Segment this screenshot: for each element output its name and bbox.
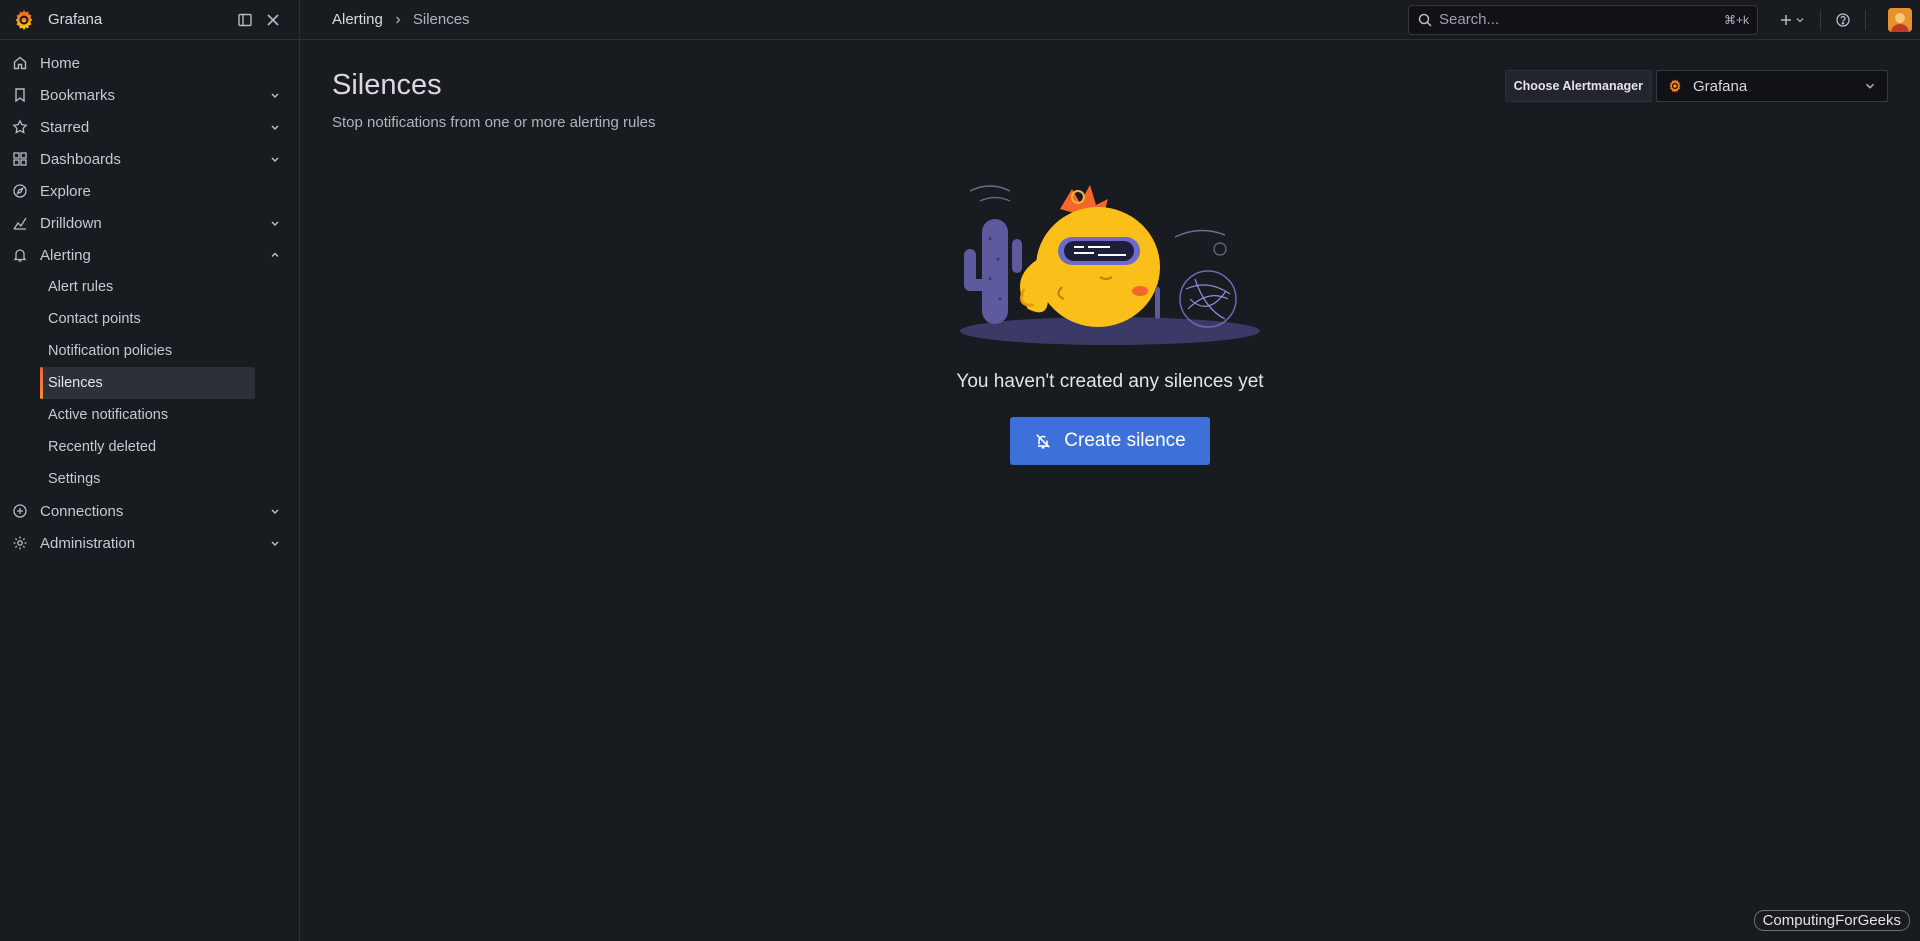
chevron-down-icon <box>1794 14 1806 26</box>
nav-item-alerting[interactable]: Alerting <box>0 239 299 271</box>
breadcrumb: Alerting Silences <box>332 11 1408 28</box>
chevron-down-icon <box>1863 79 1877 93</box>
sidebar-item-silences[interactable]: Silences <box>40 367 255 399</box>
cog-icon <box>12 535 28 551</box>
drilldown-icon <box>12 215 28 231</box>
sidebar: Grafana Home Bookmarks Starred Dashboard… <box>0 0 300 941</box>
empty-state: You haven't created any silences yet Cre… <box>300 179 1920 465</box>
create-silence-button[interactable]: Create silence <box>1010 417 1210 465</box>
sidebar-item-alert-rules[interactable]: Alert rules <box>40 271 255 303</box>
alertmanager-selected: Grafana <box>1693 77 1748 95</box>
search-icon <box>1417 12 1433 28</box>
nav-item-starred[interactable]: Starred <box>0 111 299 143</box>
nav-label: Alerting <box>40 246 91 264</box>
chevron-down-icon[interactable] <box>267 87 283 103</box>
sidebar-item-active-notifications[interactable]: Active notifications <box>40 399 255 431</box>
page-subtitle: Stop notifications from one or more aler… <box>332 114 656 131</box>
main-nav: Home Bookmarks Starred Dashboards Explor… <box>0 40 299 559</box>
page-title: Silences <box>332 69 442 101</box>
topbar: Alerting Silences Search... ⌘+k <box>300 0 1920 40</box>
grafana-logo-icon <box>1667 78 1683 94</box>
nav-item-explore[interactable]: Explore <box>0 175 299 207</box>
empty-state-message: You haven't created any silences yet <box>956 371 1264 392</box>
create-silence-label: Create silence <box>1064 430 1186 451</box>
sidebar-item-settings[interactable]: Settings <box>40 463 255 495</box>
bell-icon <box>12 247 28 263</box>
add-new-button[interactable] <box>1774 12 1810 28</box>
breadcrumb-alerting[interactable]: Alerting <box>332 11 383 28</box>
help-icon[interactable] <box>1831 8 1855 32</box>
nav-item-drilldown[interactable]: Drilldown <box>0 207 299 239</box>
nav-label: Explore <box>40 182 91 200</box>
nav-label: Dashboards <box>40 150 121 168</box>
chevron-right-icon <box>393 15 403 25</box>
chevron-down-icon[interactable] <box>267 535 283 551</box>
bell-slash-icon <box>1034 432 1052 450</box>
main-content: Silences Stop notifications from one or … <box>300 41 1920 941</box>
breadcrumb-current: Silences <box>412 11 470 28</box>
topbar-divider <box>1820 9 1821 30</box>
watermark: ComputingForGeeks <box>1753 910 1910 931</box>
nav-label: Starred <box>40 118 90 136</box>
nav-item-administration[interactable]: Administration <box>0 527 299 559</box>
sidebar-item-notification-policies[interactable]: Notification policies <box>40 335 255 367</box>
chevron-down-icon[interactable] <box>267 215 283 231</box>
user-avatar[interactable] <box>1888 7 1912 32</box>
nav-label: Drilldown <box>40 214 102 232</box>
nav-label: Administration <box>40 534 136 552</box>
chevron-down-icon[interactable] <box>267 503 283 519</box>
compass-icon <box>12 183 28 199</box>
topbar-divider <box>1865 9 1866 30</box>
nav-item-home[interactable]: Home <box>0 47 299 79</box>
search-shortcut: ⌘+k <box>1723 12 1749 27</box>
dock-menu-icon[interactable] <box>231 6 259 34</box>
alertmanager-select[interactable]: Grafana <box>1656 70 1888 102</box>
nav-item-dashboards[interactable]: Dashboards <box>0 143 299 175</box>
search-input[interactable]: Search... ⌘+k <box>1408 4 1758 35</box>
search-placeholder: Search... <box>1439 11 1500 28</box>
sidebar-item-contact-points[interactable]: Contact points <box>40 303 255 335</box>
home-icon <box>12 55 28 71</box>
nav-label: Connections <box>40 502 124 520</box>
connections-icon <box>12 503 28 519</box>
chevron-down-icon[interactable] <box>267 151 283 167</box>
nav-label: Bookmarks <box>40 86 116 104</box>
bookmark-icon <box>12 87 28 103</box>
close-icon[interactable] <box>259 6 287 34</box>
alertmanager-label: Choose Alertmanager <box>1504 70 1652 102</box>
nav-item-bookmarks[interactable]: Bookmarks <box>0 79 299 111</box>
grafana-logo-icon[interactable] <box>12 8 36 32</box>
empty-state-illustration <box>960 185 1260 345</box>
plus-icon <box>1778 12 1794 28</box>
chevron-down-icon[interactable] <box>267 119 283 135</box>
app-root: Grafana Home Bookmarks Starred Dashboard… <box>0 0 1920 941</box>
sidebar-header: Grafana <box>0 0 299 40</box>
sidebar-item-recently-deleted[interactable]: Recently deleted <box>40 431 255 463</box>
nav-label: Home <box>40 54 81 72</box>
nav-item-connections[interactable]: Connections <box>0 495 299 527</box>
brand-name: Grafana <box>48 11 103 28</box>
chevron-up-icon[interactable] <box>267 247 283 263</box>
star-icon <box>12 119 28 135</box>
alertmanager-picker: Choose Alertmanager Grafana <box>1504 70 1888 102</box>
apps-icon <box>12 151 28 167</box>
